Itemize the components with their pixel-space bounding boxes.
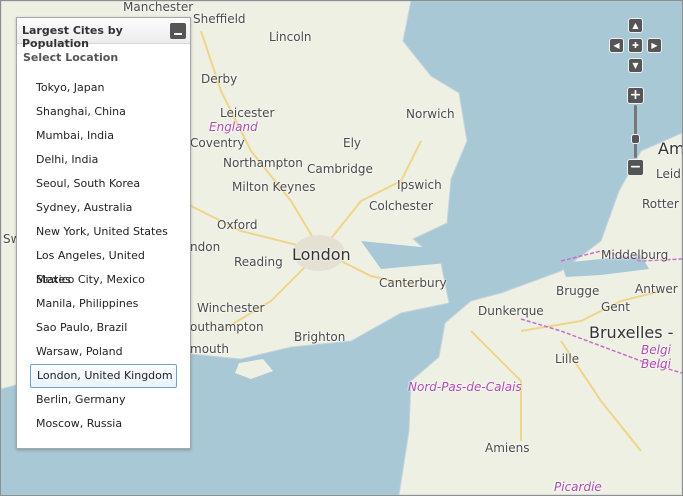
- zoom-slider-track[interactable]: [634, 105, 637, 158]
- panel-title: Largest Cites by Population: [22, 24, 123, 50]
- map-label: Rotter: [642, 197, 679, 211]
- panel-header: Largest Cites by Population: [17, 18, 190, 50]
- map-label: Manchester: [123, 0, 194, 14]
- map-region-label: England: [209, 120, 258, 134]
- list-item[interactable]: Mumbai, India: [30, 124, 177, 148]
- location-panel: Largest Cites by Population Select Locat…: [16, 17, 191, 449]
- map-label-capital: London: [292, 245, 351, 264]
- map-region-label: Nord-Pas-de-Calais: [408, 380, 522, 394]
- map-label: Canterbury: [379, 276, 447, 290]
- map-label: Ipswich: [397, 178, 442, 192]
- pan-down-icon[interactable]: ▼: [628, 58, 643, 73]
- map-label: Northampton: [223, 156, 303, 170]
- map-label: outhampton: [190, 320, 264, 334]
- zoom-slider-thumb[interactable]: [631, 134, 640, 144]
- list-item[interactable]: Sao Paulo, Brazil: [30, 316, 177, 340]
- map-label: Leid: [656, 167, 681, 181]
- map-region-label: Picardie: [554, 480, 602, 494]
- map-label: Gent: [601, 300, 630, 314]
- pan-center-icon[interactable]: ✚: [628, 38, 643, 53]
- pan-left-icon[interactable]: ◀: [609, 38, 624, 53]
- select-location-label: Select Location: [23, 51, 119, 64]
- list-item[interactable]: Tokyo, Japan: [30, 76, 177, 100]
- map-region-label: Belgi: [641, 357, 671, 371]
- map-label: Oxford: [217, 218, 258, 232]
- map-label: Ely: [343, 136, 362, 150]
- map-label: Brugge: [556, 284, 600, 298]
- map-label: Lille: [555, 352, 580, 366]
- map-label: Derby: [201, 72, 238, 86]
- list-item-selected[interactable]: London, United Kingdom: [30, 364, 177, 388]
- map-label: Coventry: [190, 136, 245, 150]
- map-label: Reading: [234, 255, 283, 269]
- minimize-button[interactable]: [170, 23, 186, 39]
- map-label: Cambridge: [307, 162, 373, 176]
- map-label: mouth: [190, 342, 229, 356]
- map-label: Colchester: [369, 199, 433, 213]
- map-label: Brighton: [294, 330, 346, 344]
- map-label: Sheffield: [193, 12, 246, 26]
- list-item[interactable]: New York, United States: [30, 220, 177, 244]
- zoom-in-button[interactable]: +: [627, 87, 644, 104]
- map-label: Norwich: [406, 107, 455, 121]
- map-label: Dunkerque: [478, 304, 544, 318]
- pan-control: ▲ ◀ ✚ ▶ ▼: [608, 18, 664, 74]
- list-item[interactable]: Moscow, Russia: [30, 412, 177, 436]
- location-list: Tokyo, Japan Shanghai, China Mumbai, Ind…: [30, 76, 177, 436]
- map-label: Amiens: [485, 441, 530, 455]
- map-label: Winchester: [197, 301, 265, 315]
- pan-right-icon[interactable]: ▶: [647, 38, 662, 53]
- map-label: Middelburg: [601, 248, 669, 262]
- list-item[interactable]: Mexico City, Mexico: [30, 268, 177, 292]
- list-item[interactable]: Shanghai, China: [30, 100, 177, 124]
- map-label: ndon: [190, 240, 221, 254]
- map-label: Lincoln: [269, 30, 312, 44]
- list-item[interactable]: Berlin, Germany: [30, 388, 177, 412]
- list-item[interactable]: Seoul, South Korea: [30, 172, 177, 196]
- zoom-out-button[interactable]: −: [627, 159, 644, 176]
- pan-up-icon[interactable]: ▲: [628, 18, 643, 33]
- list-item[interactable]: Los Angeles, United States: [30, 244, 177, 286]
- list-item[interactable]: Delhi, India: [30, 148, 177, 172]
- map-label: Am: [658, 139, 683, 158]
- map-label-capital: Bruxelles -: [589, 323, 674, 342]
- map-label: Antwer: [635, 282, 678, 296]
- list-item[interactable]: Warsaw, Poland: [30, 340, 177, 364]
- map-label: Leicester: [220, 106, 275, 120]
- list-item[interactable]: Manila, Philippines: [30, 292, 177, 316]
- list-item[interactable]: Sydney, Australia: [30, 196, 177, 220]
- map-label: Milton Keynes: [232, 180, 316, 194]
- map-app: Manchester Sheffield Lincoln Derby Leice…: [0, 0, 683, 496]
- map-region-label: Belgi: [641, 343, 671, 357]
